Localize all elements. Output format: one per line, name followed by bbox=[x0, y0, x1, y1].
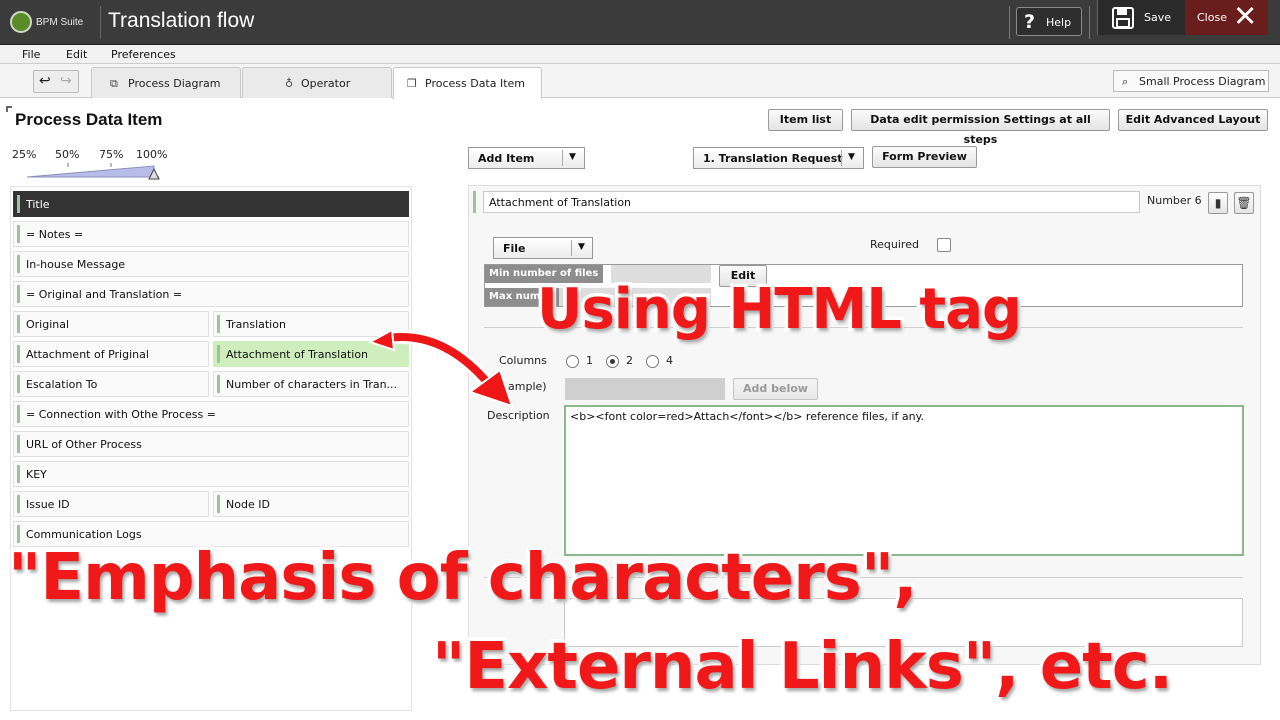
app-window: BPM Suite Translation flow ? Help Save C… bbox=[0, 0, 1280, 720]
annotation-html-tag: Using HTML tag bbox=[533, 274, 1025, 346]
annotation-external-links: "External Links", etc. bbox=[429, 627, 1177, 708]
annotation-emphasis: "Emphasis of characters", bbox=[5, 538, 921, 619]
